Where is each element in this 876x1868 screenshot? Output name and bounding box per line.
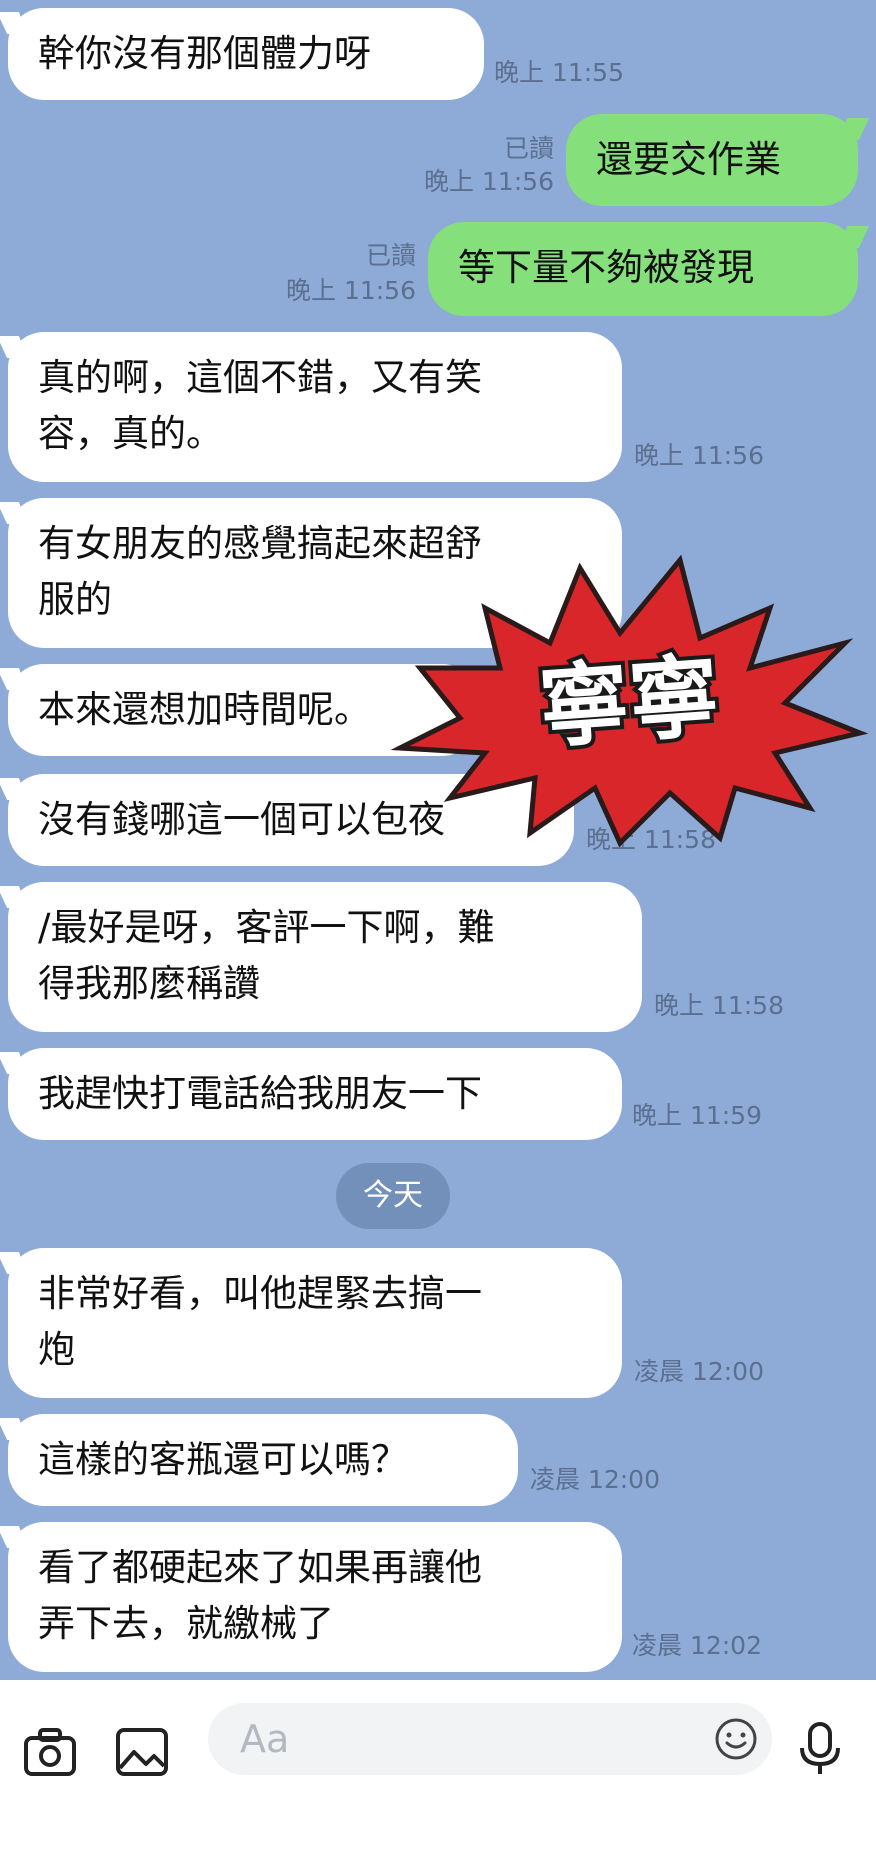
message-bubble-incoming[interactable]: /最好是呀，客評一下啊，難 得我那麼稱讚 [8, 882, 642, 1032]
chat-area[interactable]: 幹你沒有那個體力呀 晚上 11:55 已讀 晚上 11:56 還要交作業 已讀 … [0, 0, 876, 1680]
message-time: 晚上 11:58 [654, 991, 784, 1020]
message-bubble-incoming[interactable]: 我趕快打電話給我朋友一下 [8, 1048, 622, 1140]
message-text: 看了都硬起來了如果再讓他 弄下去，就繳械了 [38, 1546, 482, 1645]
message-time: 晚上 11:59 [632, 1101, 762, 1130]
message-text: /最好是呀，客評一下啊，難 得我那麼稱讚 [38, 906, 495, 1005]
message-text: 真的啊，這個不錯，又有笑 容，真的。 [38, 356, 482, 455]
message-bubble-outgoing[interactable]: 還要交作業 [566, 114, 858, 206]
date-separator: 今天 [336, 1163, 450, 1229]
message-time: 凌晨 12:02 [632, 1631, 762, 1660]
message-text: 還要交作業 [596, 138, 781, 181]
image-icon[interactable] [114, 1724, 170, 1780]
message-text: 沒有錢哪這一個可以包夜 [38, 798, 445, 841]
message-bubble-incoming[interactable]: 幹你沒有那個體力呀 [8, 8, 484, 100]
message-text: 這樣的客瓶還可以嗎？ [38, 1438, 408, 1481]
message-time: 晚上 11:56 [634, 441, 764, 470]
burst-sticker: 寧寧 [390, 554, 869, 848]
microphone-icon[interactable] [792, 1720, 848, 1776]
message-input[interactable]: Aa [208, 1703, 772, 1775]
message-time: 晚上 11:55 [494, 58, 624, 87]
message-time: 晚上 11:56 [424, 167, 554, 196]
message-bubble-incoming[interactable]: 非常好看，叫他趕緊去搞一 炮 [8, 1248, 622, 1398]
message-text: 幹你沒有那個體力呀 [38, 32, 371, 75]
message-text: 等下量不夠被發現 [458, 246, 754, 289]
camera-icon[interactable] [22, 1724, 78, 1780]
message-bubble-incoming[interactable]: 真的啊，這個不錯，又有笑 容，真的。 [8, 332, 622, 482]
message-text: 我趕快打電話給我朋友一下 [38, 1072, 482, 1115]
smiley-icon[interactable] [714, 1717, 758, 1761]
message-input-placeholder: Aa [240, 1717, 290, 1761]
message-time: 凌晨 12:00 [634, 1357, 764, 1386]
message-bubble-incoming[interactable]: 這樣的客瓶還可以嗎？ [8, 1414, 518, 1506]
sticker-text: 寧寧 [536, 644, 723, 761]
message-time: 凌晨 12:00 [530, 1465, 660, 1494]
message-text: 非常好看，叫他趕緊去搞一 炮 [38, 1272, 482, 1371]
message-time: 晚上 11:56 [286, 276, 416, 305]
read-receipt: 已讀 [365, 241, 416, 270]
read-receipt: 已讀 [503, 134, 554, 163]
message-bubble-outgoing[interactable]: 等下量不夠被發現 [428, 222, 858, 316]
input-bar: Aa [0, 1680, 876, 1868]
message-bubble-incoming[interactable]: 看了都硬起來了如果再讓他 弄下去，就繳械了 [8, 1522, 622, 1672]
message-text: 本來還想加時間呢。 [38, 688, 371, 731]
